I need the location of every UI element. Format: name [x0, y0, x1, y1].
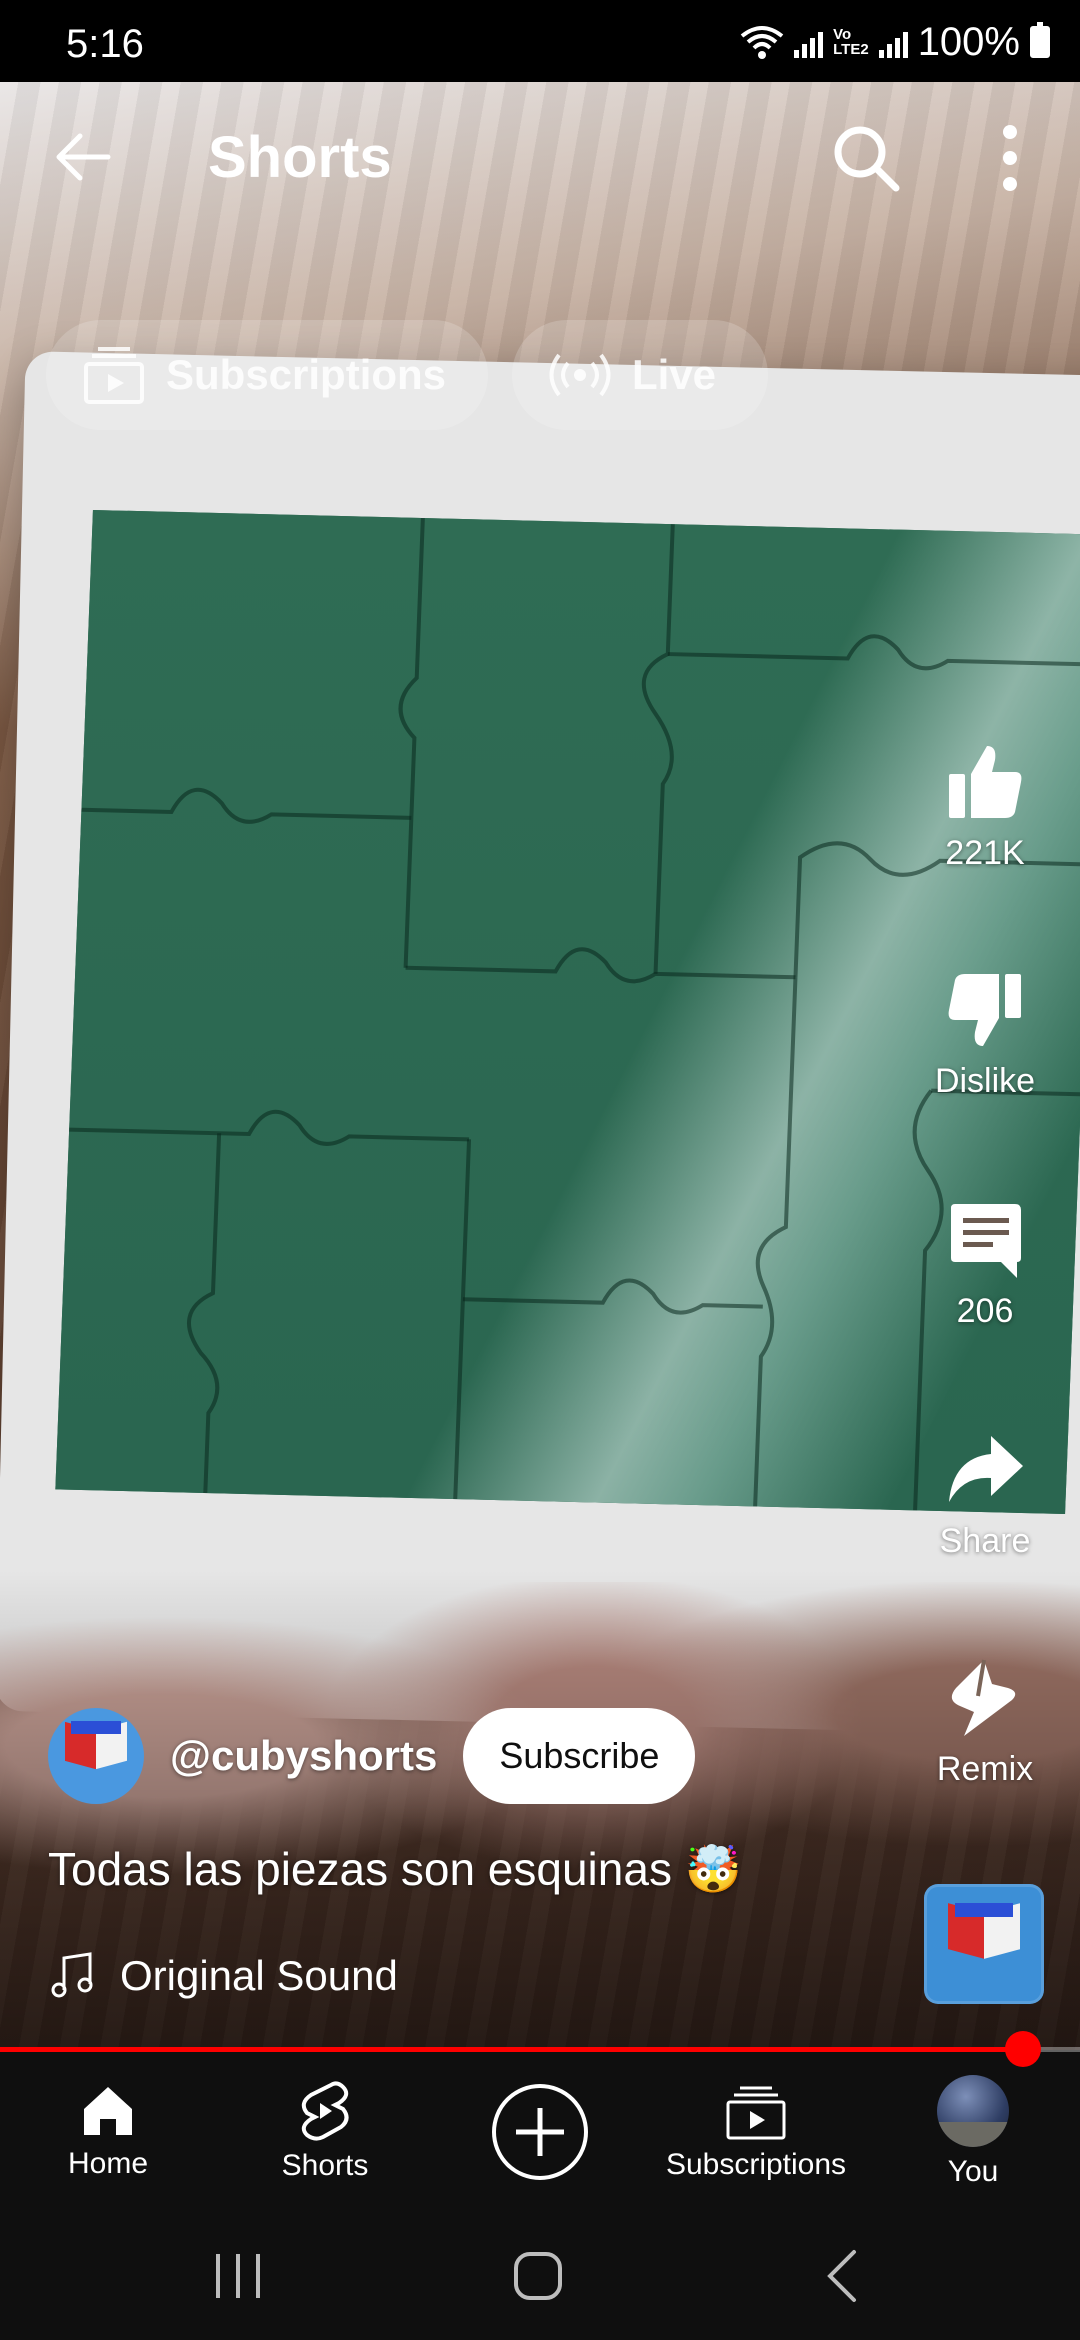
cube-logo — [65, 1721, 127, 1777]
share-icon — [949, 1436, 1023, 1502]
home-button[interactable] — [512, 2250, 564, 2302]
comments-button[interactable]: 206 — [900, 1198, 1070, 1331]
recents-button[interactable] — [208, 2250, 268, 2302]
volte-top: Vo — [833, 26, 852, 43]
comment-count: 206 — [956, 1292, 1014, 1330]
avatar — [937, 2075, 1009, 2147]
chip-live-label: Live — [632, 351, 717, 398]
nav-home-label: Home — [67, 2147, 149, 2180]
system-back-button[interactable] — [822, 2248, 862, 2304]
recents-icon — [216, 2254, 260, 2298]
home-icon — [84, 2087, 132, 2135]
nav-you-label: You — [947, 2155, 999, 2188]
nav-shorts[interactable]: Shorts — [245, 2052, 405, 2212]
share-label: Share — [939, 1522, 1031, 1560]
channel-avatar[interactable] — [48, 1708, 144, 1804]
nav-home[interactable]: Home — [28, 2052, 188, 2212]
remix-button[interactable]: Remix — [900, 1656, 1070, 1789]
channel-handle[interactable]: @cubyshorts — [170, 1732, 437, 1780]
battery-percent: 100% — [917, 19, 1020, 64]
page-title: Shorts — [208, 125, 392, 190]
nav-subscriptions-label: Subscriptions — [665, 2148, 847, 2181]
chip-subscriptions[interactable]: Subscriptions — [46, 320, 488, 430]
volte-bottom: LTE2 — [833, 41, 869, 58]
shorts-icon — [301, 2081, 349, 2141]
progress-fill — [0, 2047, 1023, 2052]
music-note-icon — [51, 1952, 93, 1998]
chevron-left-icon — [827, 2250, 856, 2302]
like-button[interactable]: 221K — [900, 740, 1070, 873]
progress-bar[interactable] — [0, 2031, 1080, 2067]
cube-logo — [947, 1902, 1021, 1969]
nav-subscriptions[interactable]: Subscriptions — [650, 2052, 862, 2212]
remix-label: Remix — [936, 1750, 1034, 1788]
sound-label: Original Sound — [120, 1952, 398, 1999]
arrow-left-icon — [56, 133, 111, 181]
channel-row: @cubyshorts Subscribe — [48, 1706, 696, 1806]
remix-icon — [951, 1659, 1016, 1736]
thumbs-down-icon — [948, 974, 1021, 1046]
subscriptions-icon — [84, 347, 144, 404]
home-square-icon — [514, 2252, 562, 2300]
more-vertical-icon — [1003, 125, 1017, 191]
back-button[interactable] — [50, 122, 120, 192]
search-icon — [834, 126, 900, 192]
sound-row[interactable]: Original Sound — [50, 1952, 398, 2000]
live-icon — [549, 353, 611, 397]
status-icons: Vo LTE2 100% — [740, 20, 1050, 64]
like-count: 221K — [945, 834, 1025, 872]
status-bar: 5:16 Vo LTE2 100% — [0, 0, 1080, 82]
signal-icon — [794, 26, 824, 58]
more-options-button[interactable] — [980, 118, 1040, 198]
subscribe-button[interactable]: Subscribe — [463, 1708, 696, 1804]
search-button[interactable] — [826, 118, 906, 198]
dislike-button[interactable]: Dislike — [900, 968, 1070, 1101]
nav-shorts-label: Shorts — [281, 2149, 369, 2182]
battery-icon — [1030, 22, 1050, 58]
system-nav — [0, 2212, 1080, 2340]
chip-subscriptions-label: Subscriptions — [166, 351, 447, 398]
comment-icon — [951, 1204, 1021, 1278]
progress-scrubber[interactable] — [1004, 2031, 1041, 2067]
volte-badge: Vo LTE2 — [833, 27, 869, 57]
nav-you[interactable]: You — [893, 2052, 1053, 2212]
sound-thumbnail[interactable] — [924, 1884, 1044, 2004]
create-plus-icon — [492, 2084, 588, 2180]
chip-live[interactable]: Live — [512, 320, 768, 430]
video-caption[interactable]: Todas las piezas son esquinas 🤯 — [48, 1842, 742, 1897]
top-bar: Shorts — [0, 82, 1080, 232]
thumbs-up-icon — [949, 746, 1022, 818]
dislike-label: Dislike — [934, 1062, 1036, 1100]
wifi-icon — [740, 26, 784, 59]
subscriptions-icon — [726, 2086, 786, 2140]
nav-create[interactable] — [490, 2052, 590, 2212]
share-button[interactable]: Share — [900, 1428, 1070, 1561]
signal-icon-2 — [878, 26, 908, 58]
bottom-nav: Home Shorts Subscriptions You — [0, 2052, 1080, 2212]
status-time: 5:16 — [66, 22, 144, 66]
